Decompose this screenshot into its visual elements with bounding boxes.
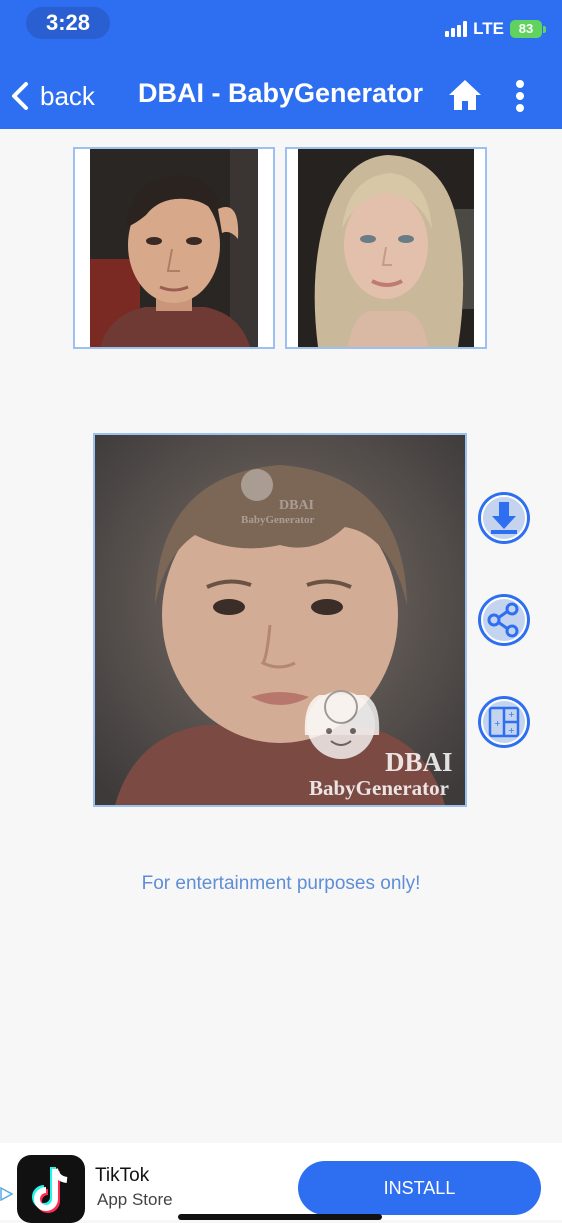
baby-result-image: DBAI BabyGenerator DBAI BabyGenerator — [93, 433, 467, 807]
father-portrait — [90, 149, 258, 347]
ad-banner[interactable]: TikTok App Store INSTALL — [0, 1143, 562, 1223]
ad-store-label: App Store — [97, 1190, 173, 1209]
back-label: back — [40, 80, 95, 111]
father-photo[interactable] — [73, 147, 275, 349]
mother-photo[interactable] — [285, 147, 487, 349]
home-icon[interactable] — [446, 76, 484, 114]
signal-icon — [445, 21, 468, 37]
mother-portrait — [298, 149, 474, 347]
baby-portrait: DBAI BabyGenerator DBAI BabyGenerator — [95, 435, 465, 805]
adchoices-icon[interactable] — [0, 1187, 14, 1201]
share-button[interactable] — [477, 593, 531, 647]
download-button[interactable] — [477, 491, 531, 545]
svg-text:+: + — [494, 719, 501, 728]
home-indicator[interactable] — [178, 1214, 382, 1220]
compare-button[interactable]: + + + — [477, 695, 531, 749]
ad-app-name: TikTok — [95, 1165, 150, 1186]
install-button[interactable]: INSTALL — [298, 1161, 541, 1215]
tiktok-app-icon[interactable] — [17, 1155, 85, 1223]
status-indicators: LTE 83 — [445, 16, 546, 42]
network-label: LTE — [473, 19, 504, 38]
more-options-icon[interactable] — [504, 78, 536, 114]
app-header: 3:28 LTE 83 back DBAI - BabyGenerator — [0, 0, 562, 129]
watermark-top-product: BabyGenerator — [241, 514, 314, 526]
watermark-brand: DBAI — [385, 747, 453, 777]
disclaimer-text: For entertainment purposes only! — [141, 873, 421, 894]
svg-text:+: + — [508, 710, 515, 719]
watermark-top-brand: DBAI — [279, 498, 314, 513]
back-button[interactable]: back — [6, 76, 95, 116]
status-time: 3:28 — [26, 7, 110, 39]
chevron-left-icon — [12, 82, 28, 110]
page-title: DBAI - BabyGenerator — [138, 78, 424, 108]
svg-text:+: + — [508, 726, 515, 735]
watermark-product: BabyGenerator — [309, 776, 449, 800]
battery-icon: 83 — [510, 20, 546, 38]
tiktok-logo-icon — [32, 1167, 68, 1213]
